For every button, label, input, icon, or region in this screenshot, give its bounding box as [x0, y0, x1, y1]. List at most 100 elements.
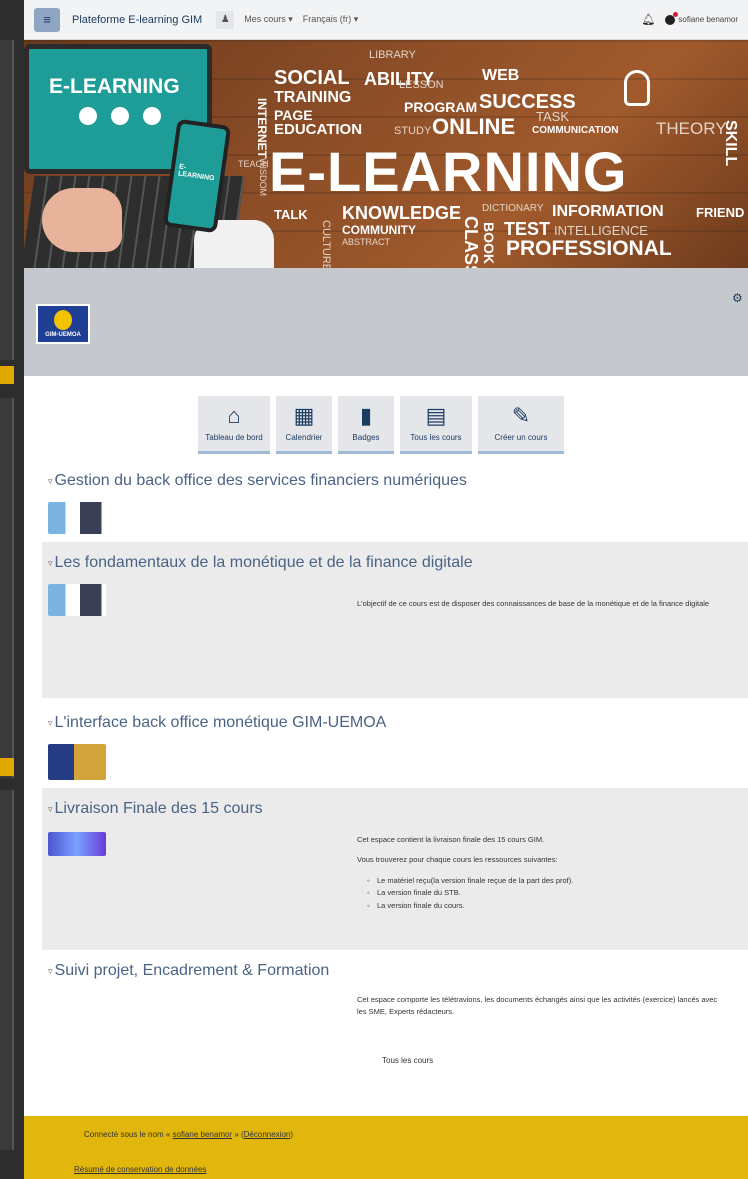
my-courses-menu[interactable]: Mes cours ▾: [244, 14, 293, 25]
course-title-link[interactable]: ▿ Gestion du back office des services fi…: [42, 460, 748, 490]
lightbulb-icon: [624, 70, 650, 106]
banner-word: TEACH: [238, 159, 269, 169]
banner-word: THEORY: [656, 119, 727, 138]
banner-word: BOOK: [481, 222, 497, 264]
summary-paragraph: Vous trouverez pour chaque cours les res…: [357, 855, 558, 865]
user-home-button[interactable]: ♟: [216, 10, 235, 29]
course-title: Gestion du back office des services fina…: [54, 472, 467, 489]
logo-mark-icon: [54, 310, 72, 330]
gim-logo[interactable]: GIM-UEMOA: [36, 304, 90, 344]
book-icon: ▤: [425, 403, 447, 428]
all-courses-link[interactable]: Tous les cours: [382, 1056, 433, 1065]
banner-word: TEST: [504, 219, 551, 239]
banner-word: TASK: [536, 109, 569, 124]
quicklink-badges[interactable]: ▮ Badges: [338, 396, 394, 454]
page-footer: Connecté sous le nom « sofiane benamor »…: [24, 1116, 748, 1179]
banner-word: DICTIONARY: [482, 203, 544, 214]
course-thumbnail[interactable]: [48, 744, 106, 780]
hand-illustration: [42, 188, 122, 252]
course-title: Livraison Finale des 15 cours: [54, 800, 263, 817]
banner-word: EDUCATION: [274, 121, 363, 138]
profile-link[interactable]: sofiane benamor: [173, 1130, 233, 1139]
page-header: GIM-UEMOA ⚙: [24, 268, 748, 376]
quicklink-all-courses[interactable]: ▤ Tous les cours: [400, 396, 472, 454]
quicklink-dashboard[interactable]: ⌂ Tableau de bord: [198, 396, 270, 454]
quicklink-label: Créer un cours: [494, 433, 548, 442]
banner-word: PAGE: [274, 107, 313, 123]
course-item: ▿ Les fondamentaux de la monétique et de…: [42, 542, 748, 698]
gear-icon[interactable]: ⚙: [732, 292, 744, 304]
login-info: Connecté sous le nom « sofiane benamor »…: [84, 1130, 293, 1139]
course-item: ▿ Suivi projet, Encadrement & Formation …: [42, 950, 748, 1100]
course-title-link[interactable]: ▿ Les fondamentaux de la monétique et de…: [42, 542, 748, 572]
course-banner-image: E-LEARNING E-LEARNING SOCIAL TRAINING PA…: [24, 40, 748, 268]
avatar: [665, 11, 679, 25]
quicklink-label: Calendrier: [285, 433, 323, 442]
laptop-icons: [79, 107, 161, 125]
list-item: Le matériel reçu(la version finale reçue…: [357, 875, 727, 888]
banner-word: INFORMATION: [552, 203, 664, 220]
banner-word: SKILL: [722, 120, 739, 167]
expand-arrow-icon[interactable]: ▿: [48, 476, 53, 487]
notification-bell-icon[interactable]: 🔔︎: [641, 13, 655, 26]
course-item: ▿ Gestion du back office des services fi…: [42, 460, 748, 536]
quicklink-label: Tous les cours: [410, 433, 462, 442]
top-navbar: ≡ Plateforme E-learning GIM ♟ Mes cours …: [24, 0, 748, 40]
banner-word: ONLINE: [432, 114, 516, 139]
bookmark-icon: ▮: [359, 403, 373, 428]
background-window-panel: [0, 790, 14, 1150]
login-info-sep: » (: [232, 1130, 244, 1139]
course-thumbnail[interactable]: [48, 502, 106, 534]
quicklink-calendar[interactable]: ▦ Calendrier: [276, 396, 332, 454]
summary-paragraph: Cet espace contient la livraison finale …: [357, 835, 545, 844]
banner-word: ABSTRACT: [342, 237, 391, 247]
banner-word: CLASS: [461, 216, 481, 268]
summary-list: Le matériel reçu(la version finale reçue…: [357, 875, 727, 913]
banner-word: INTELLIGENCE: [554, 223, 648, 238]
language-menu[interactable]: Français (fr) ▾: [303, 14, 359, 25]
banner-word: PROFESSIONAL: [506, 237, 672, 260]
course-item: ▿ Livraison Finale des 15 cours Cet espa…: [42, 788, 748, 950]
course-summary: Cet espace comporte les télétravions, le…: [357, 995, 718, 1017]
course-thumbnail[interactable]: [48, 832, 106, 856]
banner-word: STUDY: [394, 125, 432, 137]
background-window-accent: [0, 758, 14, 776]
banner-word: COMMUNICATION: [532, 125, 619, 136]
login-info-suffix: ): [290, 1130, 294, 1139]
course-title: Les fondamentaux de la monétique et de l…: [54, 554, 473, 571]
background-window-accent: [0, 366, 14, 384]
list-item: La version finale du cours.: [357, 900, 727, 913]
expand-arrow-icon[interactable]: ▿: [48, 718, 53, 729]
course-title: L'interface back office monétique GIM-UE…: [54, 714, 387, 731]
course-title-link[interactable]: ▿ Livraison Finale des 15 cours: [42, 788, 748, 818]
quicklink-label: Badges: [352, 433, 380, 442]
expand-arrow-icon[interactable]: ▿: [48, 558, 53, 569]
nav-drawer-toggle[interactable]: ≡: [34, 7, 60, 32]
course-title-link[interactable]: ▿ Suivi projet, Encadrement & Formation: [42, 950, 748, 980]
banner-word: KNOWLEDGE: [342, 203, 461, 223]
course-title-link[interactable]: ▿ L'interface back office monétique GIM-…: [42, 702, 748, 732]
login-info-prefix: Connecté sous le nom «: [84, 1130, 173, 1139]
quicklink-create-course[interactable]: ✎ Créer un cours: [478, 396, 564, 454]
course-thumbnail[interactable]: [48, 584, 106, 616]
user-menu[interactable]: sofiane benamor: [665, 11, 738, 25]
phone-text: E-LEARNING: [177, 163, 215, 183]
hamburger-icon: ≡: [43, 12, 51, 27]
quicklink-label: Tableau de bord: [205, 433, 263, 442]
logout-link[interactable]: Déconnexion: [244, 1130, 291, 1139]
home-icon: ⌂: [227, 403, 241, 428]
background-window-panel: [0, 398, 14, 778]
expand-arrow-icon[interactable]: ▿: [48, 804, 53, 815]
background-window-strip: [0, 0, 24, 1179]
banner-word: WEB: [482, 67, 520, 84]
list-item: La version finale du STB.: [357, 887, 727, 900]
data-retention-link[interactable]: Résumé de conservation de données: [74, 1165, 207, 1174]
course-item: ▿ L'interface back office monétique GIM-…: [42, 702, 748, 786]
course-title: Suivi projet, Encadrement & Formation: [54, 962, 330, 979]
edit-icon: ✎: [511, 403, 531, 428]
expand-arrow-icon[interactable]: ▿: [48, 966, 53, 977]
banner-word: TRAINING: [274, 89, 352, 106]
site-brand[interactable]: Plateforme E-learning GIM: [72, 14, 202, 26]
logo-text: GIM-UEMOA: [45, 332, 81, 338]
course-summary: L'objectif de ce cours est de disposer d…: [357, 599, 710, 608]
